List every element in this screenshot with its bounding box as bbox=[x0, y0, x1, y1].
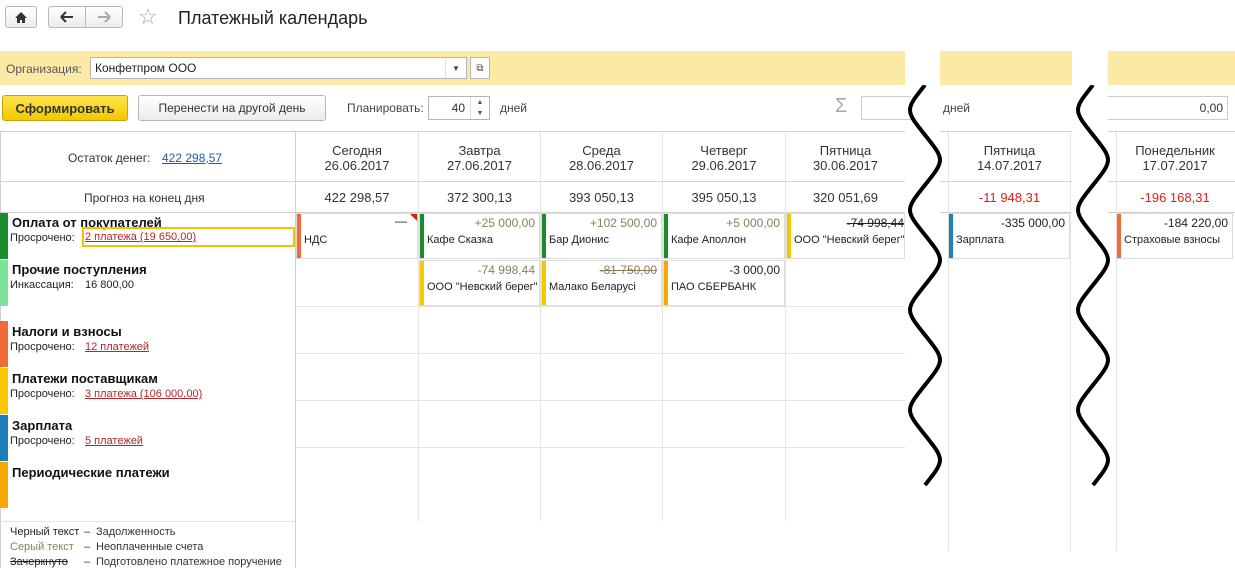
plan-label: Планировать: bbox=[347, 101, 424, 115]
generate-button[interactable]: Сформировать bbox=[2, 95, 128, 121]
forecast-1: 372 300,13 bbox=[446, 190, 513, 205]
plan-days-input[interactable]: 40 ▲ ▼ bbox=[428, 96, 490, 120]
day-header-1: Завтра 27.06.2017 bbox=[446, 143, 513, 173]
category-title: Налоги и взносы bbox=[12, 324, 122, 339]
payment-cell[interactable]: -74 998,44 ООО "Невский берег" bbox=[786, 213, 905, 259]
payment-cell[interactable]: -74 998,44 ООО "Невский берег" bbox=[419, 260, 540, 306]
org-value: Конфетпром ООО bbox=[95, 61, 197, 75]
forecast-0: 422 298,57 bbox=[324, 190, 390, 205]
day-header-6: Понедельник 17.07.2017 bbox=[1135, 143, 1215, 173]
days-unit-label-2: дней bbox=[943, 101, 971, 115]
payment-cell[interactable]: -335 000,00 Зарплата bbox=[948, 213, 1070, 259]
category-title: Платежи поставщикам bbox=[12, 371, 158, 386]
payment-cell[interactable]: -81 750,00 Малако Беларусі bbox=[541, 260, 662, 306]
payment-cell[interactable]: +5 000,00 Кафе Аполлон bbox=[663, 213, 785, 259]
forecast-6: -196 168,31 bbox=[1140, 190, 1210, 205]
break-wave-icon bbox=[908, 85, 942, 487]
category-sub-label: Просрочено: bbox=[10, 388, 75, 400]
org-label: Организация: bbox=[6, 62, 82, 76]
forecast-3: 395 050,13 bbox=[691, 190, 757, 205]
day-header-3: Четверг 29.06.2017 bbox=[691, 143, 757, 173]
open-icon[interactable]: ⧉ bbox=[470, 57, 490, 79]
category-bar-suppliers bbox=[0, 368, 8, 414]
category-bar-other bbox=[0, 260, 8, 306]
category-bar-salary bbox=[0, 415, 8, 461]
overdue-link-salary[interactable]: 5 платежей bbox=[85, 435, 143, 447]
home-button[interactable] bbox=[5, 6, 37, 28]
favorite-star-icon[interactable]: ☆ bbox=[138, 4, 158, 30]
day-header-5: Пятница 14.07.2017 bbox=[976, 143, 1043, 173]
move-to-another-day-button[interactable]: Перенести на другой день bbox=[138, 95, 326, 121]
category-sub-label: Просрочено: bbox=[10, 232, 75, 244]
category-bar-customers bbox=[0, 213, 8, 259]
payment-cell[interactable]: +25 000,00 Кафе Сказка bbox=[419, 213, 540, 259]
sigma-icon[interactable]: Σ bbox=[835, 95, 847, 118]
dropdown-arrow-icon[interactable]: ▼ bbox=[445, 58, 466, 78]
break-wave-icon bbox=[1076, 85, 1110, 487]
arrow-left-icon bbox=[60, 11, 73, 23]
payment-cell[interactable]: -184 220,00 Страховые взносы bbox=[1116, 213, 1233, 259]
back-button[interactable] bbox=[48, 6, 86, 28]
payment-cell[interactable]: -3 000,00 ПАО СБЕРБАНК bbox=[663, 260, 785, 306]
overdue-link-customers[interactable]: 2 платежа (19 650,00) bbox=[82, 227, 295, 247]
sum-field bbox=[861, 96, 911, 120]
forecast-label: Прогноз на конец дня bbox=[84, 191, 205, 205]
payment-cell[interactable]: — НДС bbox=[296, 213, 418, 259]
category-bar-periodic bbox=[0, 462, 8, 508]
legend-item: Серый текст – Неоплаченные счета bbox=[10, 541, 204, 553]
forecast-5: -11 948,31 bbox=[978, 190, 1041, 205]
balance-value[interactable]: 422 298,57 bbox=[162, 151, 222, 165]
day-header-4: Пятница 30.06.2017 bbox=[812, 143, 879, 173]
category-sub-label: Просрочено: bbox=[10, 435, 75, 447]
balance-label: Остаток денег: bbox=[68, 151, 151, 165]
forecast-2: 393 050,13 bbox=[568, 190, 635, 205]
dash-icon: — bbox=[395, 214, 407, 228]
category-sub-label: Инкассация: bbox=[10, 279, 74, 291]
category-bar-taxes bbox=[0, 321, 8, 367]
day-header-2: Среда 28.06.2017 bbox=[568, 143, 635, 173]
category-title: Прочие поступления bbox=[12, 262, 147, 277]
payment-cell[interactable]: +102 500,00 Бар Дионис bbox=[541, 213, 662, 259]
category-title: Периодические платежи bbox=[12, 465, 170, 480]
arrow-right-icon bbox=[98, 11, 111, 23]
collection-value: 16 800,00 bbox=[85, 279, 134, 291]
org-select[interactable]: Конфетпром ООО ▼ bbox=[90, 57, 467, 79]
note-flag-icon bbox=[410, 214, 417, 221]
overdue-link-taxes[interactable]: 12 платежей bbox=[85, 341, 149, 353]
days-unit-label: дней bbox=[500, 101, 528, 115]
sum-value-field: 0,00 bbox=[1108, 96, 1228, 120]
day-header-0: Сегодня 26.06.2017 bbox=[324, 143, 390, 173]
forward-button[interactable] bbox=[85, 6, 123, 28]
home-icon bbox=[15, 11, 27, 23]
legend-item: Зачеркнуто – Подготовлено платежное пору… bbox=[10, 556, 282, 568]
forecast-4: 320 051,69 bbox=[812, 190, 879, 205]
category-title: Зарплата bbox=[12, 418, 73, 433]
page-title: Платежный календарь bbox=[178, 8, 368, 28]
spinner-icon[interactable]: ▲ ▼ bbox=[470, 97, 489, 119]
category-sub-label: Просрочено: bbox=[10, 341, 75, 353]
overdue-link-suppliers[interactable]: 3 платежа (106 000,00) bbox=[85, 388, 202, 400]
legend-item: Черный текст – Задолженность bbox=[10, 526, 176, 538]
